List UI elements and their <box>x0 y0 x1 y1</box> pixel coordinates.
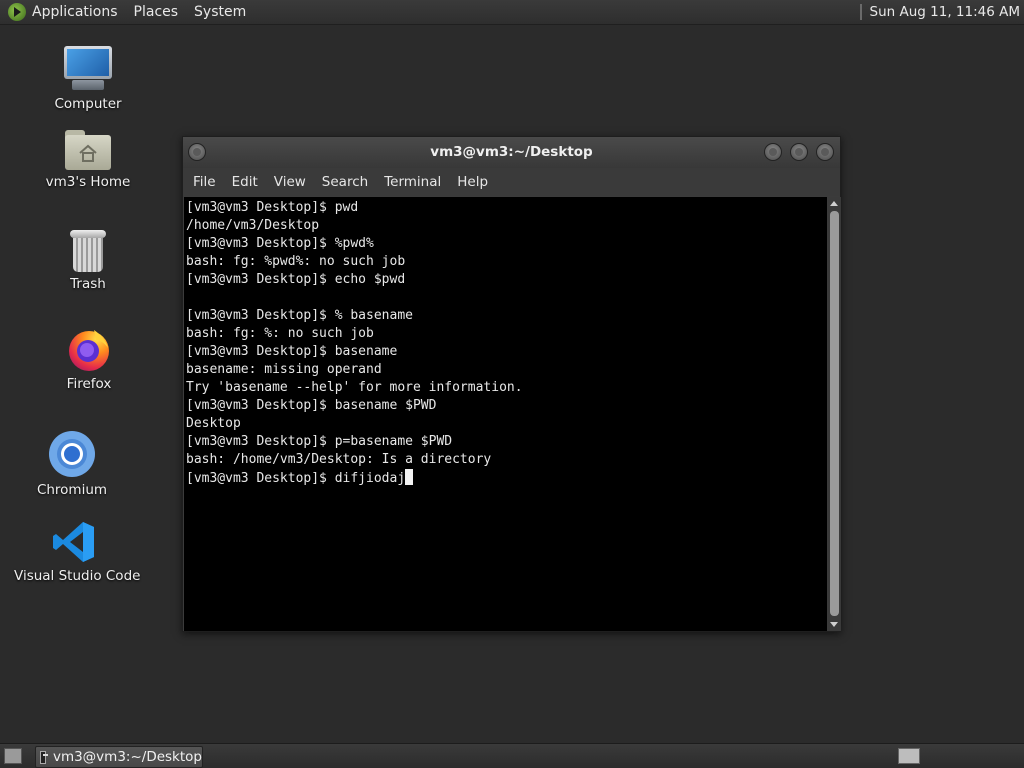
terminal-line: [vm3@vm3 Desktop]$ echo $pwd <box>186 272 406 287</box>
terminal-line: bash: fg: %pwd%: no such job <box>186 254 406 269</box>
clock[interactable]: Sun Aug 11, 11:46 AM <box>870 4 1024 20</box>
top-panel: Applications Places System Sun Aug 11, 1… <box>0 0 1024 25</box>
desktop-icon-firefox[interactable]: Firefox <box>29 326 149 392</box>
vscode-icon <box>53 522 94 562</box>
scroll-down-arrow-icon[interactable] <box>830 622 838 627</box>
terminal-icon <box>40 750 48 764</box>
scrollbar-thumb[interactable] <box>830 211 839 616</box>
desktop-icon-label: Firefox <box>66 376 112 392</box>
menu-help[interactable]: Help <box>449 174 496 190</box>
desktop-icon-home[interactable]: vm3's Home <box>28 130 148 190</box>
desktop-icon-chromium[interactable]: Chromium <box>12 430 132 498</box>
terminal-line: [vm3@vm3 Desktop]$ % basename <box>186 308 413 323</box>
scroll-up-arrow-icon[interactable] <box>830 201 838 206</box>
desktop-icon-vscode[interactable]: Visual Studio Code <box>14 520 141 584</box>
terminal-line: Desktop <box>186 416 241 431</box>
desktop-icon-label: Trash <box>70 276 106 292</box>
taskbar-window-label: vm3@vm3:~/Desktop <box>52 749 202 765</box>
terminal-output[interactable]: [vm3@vm3 Desktop]$ pwd/home/vm3/Desktop [… <box>184 197 827 631</box>
terminal-line: Try 'basename --help' for more informati… <box>186 380 523 395</box>
taskbar-window-button[interactable]: vm3@vm3:~/Desktop <box>35 746 203 768</box>
menu-view[interactable]: View <box>266 174 314 190</box>
terminal-line: bash: /home/vm3/Desktop: Is a directory <box>186 452 492 467</box>
panel-separator <box>859 4 862 20</box>
workspace-switcher[interactable] <box>898 748 920 764</box>
desktop-icon-label: Chromium <box>36 482 108 498</box>
menu-search[interactable]: Search <box>314 174 376 190</box>
places-menu[interactable]: Places <box>126 0 187 25</box>
firefox-icon <box>69 330 109 371</box>
show-desktop-icon[interactable] <box>4 748 22 764</box>
menu-edit[interactable]: Edit <box>224 174 266 190</box>
terminal-menubar: File Edit View Search Terminal Help <box>183 168 840 196</box>
applications-label: Applications <box>32 3 118 20</box>
bottom-panel: vm3@vm3:~/Desktop <box>0 743 1024 768</box>
menu-file[interactable]: File <box>185 174 224 190</box>
terminal-line: basename: missing operand <box>186 362 382 377</box>
window-menu-icon[interactable] <box>188 143 206 161</box>
terminal-scrollbar[interactable] <box>828 197 841 631</box>
desktop-icon-label: Computer <box>54 96 122 112</box>
terminal-window[interactable]: vm3@vm3:~/Desktop File Edit View Search … <box>182 136 841 632</box>
applications-menu[interactable]: Applications <box>0 0 126 25</box>
terminal-line: bash: fg: %: no such job <box>186 326 374 341</box>
close-button[interactable] <box>816 143 834 161</box>
terminal-line: [vm3@vm3 Desktop]$ basename <box>186 344 398 359</box>
maximize-button[interactable] <box>790 143 808 161</box>
chromium-icon <box>49 431 95 477</box>
computer-icon <box>64 46 112 92</box>
terminal-titlebar[interactable]: vm3@vm3:~/Desktop <box>183 137 840 168</box>
desktop-icon-label: Visual Studio Code <box>14 568 141 584</box>
desktop-icon-label: vm3's Home <box>45 174 131 190</box>
distro-logo-icon <box>8 3 26 21</box>
terminal-line: [vm3@vm3 Desktop]$ basename $PWD <box>186 398 437 413</box>
terminal-prompt[interactable]: [vm3@vm3 Desktop]$ difjiodaj <box>186 469 825 488</box>
desktop-icon-trash[interactable]: Trash <box>28 230 148 292</box>
terminal-line: [vm3@vm3 Desktop]$ pwd <box>186 200 359 215</box>
text-cursor <box>405 469 414 485</box>
desktop-icon-computer[interactable]: Computer <box>28 46 148 112</box>
window-title: vm3@vm3:~/Desktop <box>430 144 593 160</box>
prompt-text: [vm3@vm3 Desktop]$ difjiodaj <box>186 471 406 486</box>
terminal-line: [vm3@vm3 Desktop]$ p=basename $PWD <box>186 434 453 449</box>
minimize-button[interactable] <box>764 143 782 161</box>
system-menu[interactable]: System <box>186 0 254 25</box>
trash-icon <box>70 230 106 272</box>
terminal-line: /home/vm3/Desktop <box>186 218 320 233</box>
menu-terminal[interactable]: Terminal <box>376 174 449 190</box>
home-folder-icon <box>65 130 111 170</box>
terminal-line: [vm3@vm3 Desktop]$ %pwd% <box>186 236 374 251</box>
